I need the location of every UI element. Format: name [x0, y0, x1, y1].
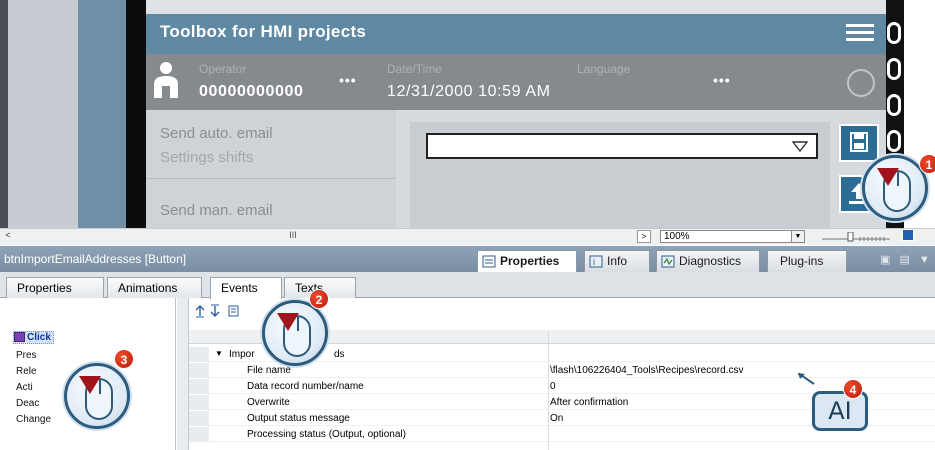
step-badge-1: 1 [919, 154, 935, 174]
properties-icon [482, 255, 496, 268]
step-badge-3: 3 [114, 349, 134, 369]
menu-item-settings-shifts[interactable]: Settings shifts [160, 149, 253, 166]
divider [146, 178, 396, 179]
param-value[interactable]: 0 [550, 381, 556, 392]
param-name: Data record number/name [247, 381, 364, 392]
datetime-label: Date/Time [387, 62, 442, 76]
param-name: Overwrite [247, 397, 290, 408]
event-icon [14, 332, 25, 342]
floppy-disk-icon [850, 132, 868, 152]
text-input-callout-icon: AI [812, 391, 868, 431]
chevron-down-icon[interactable] [791, 139, 809, 153]
function-group-label-end: ds [334, 349, 345, 360]
svg-text:i: i [593, 257, 595, 267]
info-icon: i [589, 255, 603, 268]
hmi-status-bar [146, 54, 886, 110]
selected-object-title: btnImportEmailAddresses [Button] [4, 252, 187, 266]
menu-item-send-auto-email[interactable]: Send auto. email [160, 125, 273, 142]
param-name: File name [247, 365, 291, 376]
tab-properties-label: Properties [500, 254, 560, 268]
language-more-button[interactable]: ••• [713, 72, 731, 88]
language-label: Language [577, 62, 631, 76]
param-value[interactable]: On [550, 413, 563, 424]
scrollbar-thumb[interactable]: III [273, 230, 313, 242]
scroll-right-arrow-icon[interactable]: > [637, 230, 651, 243]
text-pointer-arrow-icon [798, 373, 815, 385]
event-press[interactable]: Pres [16, 350, 37, 361]
tab-diagnostics[interactable]: Diagnostics [656, 250, 760, 272]
status-circle-icon [847, 69, 875, 97]
hmi-title: Toolbox for HMI projects [160, 22, 367, 41]
pointer-arrow-icon [79, 376, 101, 394]
editor-left-margin [0, 0, 8, 228]
move-down-icon [210, 304, 220, 317]
save-button[interactable] [839, 124, 879, 162]
step-badge-2: 2 [309, 289, 329, 309]
zoom-fit-icon[interactable] [902, 229, 914, 241]
list-icon [228, 305, 239, 317]
param-value[interactable]: \flash\106226404_Tools\Recipes\record.cs… [550, 365, 743, 376]
expand-triangle-icon[interactable]: ▼ [215, 349, 223, 358]
function-list-toolbar[interactable] [195, 304, 275, 318]
param-value[interactable]: After confirmation [550, 397, 628, 408]
pointer-arrow-icon [877, 168, 899, 186]
zoom-slider[interactable] [822, 232, 890, 242]
param-name: Output status message [247, 413, 350, 424]
mouse-click-callout [64, 363, 130, 429]
move-up-icon [195, 305, 205, 318]
events-list-splitter[interactable] [177, 298, 189, 450]
subtab-properties[interactable]: Properties [6, 277, 104, 298]
zoom-dropdown-arrow-icon[interactable]: ▼ [791, 230, 805, 243]
tab-plug-ins-label: Plug-ins [780, 254, 824, 268]
zoom-level-select[interactable]: 100% [660, 230, 805, 243]
function-group-label: Impor [229, 349, 255, 360]
event-deactivate[interactable]: Deac [16, 398, 39, 409]
param-name: Processing status (Output, optional) [247, 429, 406, 440]
right-strip-oval-icon [887, 22, 901, 44]
pointer-arrow-icon [277, 313, 299, 331]
email-address-combo-box[interactable] [426, 133, 818, 159]
hmi-left-black-panel [126, 0, 146, 228]
diagnostics-icon [661, 255, 675, 268]
hmi-left-blue-panel [78, 0, 126, 228]
datetime-value: 12/31/2000 10:59 AM [387, 83, 551, 100]
mouse-click-callout [262, 300, 328, 366]
operator-label: Operator [199, 62, 247, 76]
operator-value: 00000000000 [199, 83, 304, 100]
event-activate[interactable]: Acti [16, 382, 33, 393]
right-strip-oval-icon [887, 58, 901, 80]
tab-info[interactable]: i Info [584, 250, 650, 272]
event-change[interactable]: Change [16, 414, 51, 425]
subtab-events[interactable]: Events [210, 277, 282, 299]
menu-item-send-man-email[interactable]: Send man. email [160, 202, 273, 219]
tab-info-label: Info [607, 254, 628, 268]
hamburger-menu-icon[interactable] [846, 24, 874, 44]
scroll-left-arrow-icon[interactable]: < [2, 230, 14, 242]
canvas-gray-area [8, 0, 78, 228]
window-controls-icon[interactable]: ▣ ▤ ▼ [880, 253, 933, 266]
operator-more-button[interactable]: ••• [339, 72, 357, 88]
tab-plug-ins[interactable]: Plug-ins [767, 250, 847, 272]
tab-properties[interactable]: Properties [477, 250, 577, 272]
right-strip-oval-icon [887, 94, 901, 116]
subtab-animations[interactable]: Animations [107, 277, 202, 298]
right-strip-oval-icon [887, 130, 901, 152]
step-badge-4: 4 [843, 379, 863, 399]
tab-diagnostics-label: Diagnostics [679, 254, 742, 268]
event-release[interactable]: Rele [16, 366, 37, 377]
user-avatar-icon [154, 62, 178, 98]
